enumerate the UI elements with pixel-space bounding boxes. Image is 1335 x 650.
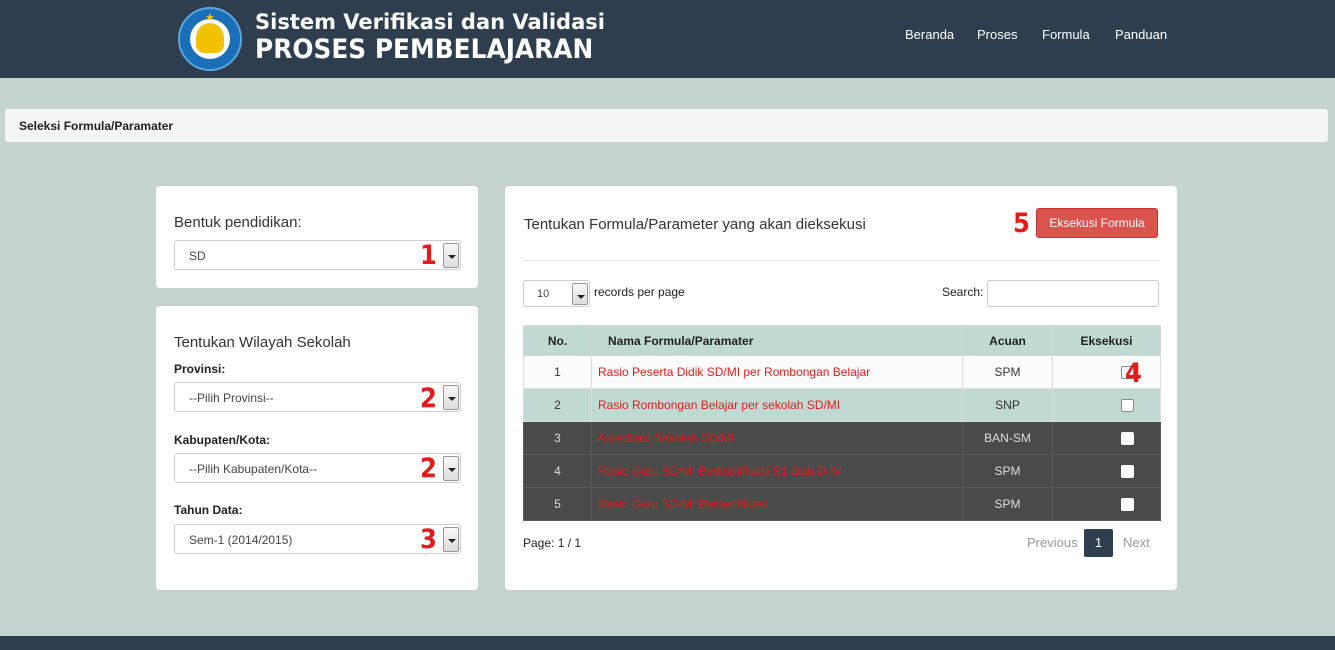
row-no: 1 — [523, 355, 592, 389]
wilayah-title: Tentukan Wilayah Sekolah — [174, 334, 351, 351]
row-eksekusi-cell — [1052, 388, 1161, 422]
eksekusi-checkbox[interactable] — [1121, 498, 1134, 512]
row-name: Rasio Peserta Didik SD/MI per Rombongan … — [591, 355, 963, 389]
row-eksekusi-cell — [1052, 454, 1161, 488]
records-value: 10 — [537, 288, 550, 300]
bentuk-label: Bentuk pendidikan: — [174, 214, 302, 231]
pagination-next[interactable]: Next — [1123, 535, 1150, 550]
chevron-down-icon — [443, 243, 459, 268]
row-acuan: SPM — [962, 355, 1053, 389]
row-name: Rasio Rombongan Belajar per sekolah SD/M… — [591, 388, 963, 422]
annotation-3: 3 — [420, 524, 437, 555]
row-name: Rasio Guru SD/MI Berkualifikasi S1 atau … — [591, 454, 963, 488]
chevron-down-icon — [443, 456, 459, 481]
row-no: 5 — [523, 487, 592, 521]
nav-proses[interactable]: Proses — [977, 27, 1017, 42]
row-no: 2 — [523, 388, 592, 422]
table-row: 2 Rasio Rombongan Belajar per sekolah SD… — [523, 388, 1161, 422]
row-no: 4 — [523, 454, 592, 488]
tahun-label: Tahun Data: — [174, 503, 243, 517]
provinsi-label: Provinsi: — [174, 362, 226, 376]
breadcrumb-label: Seleksi Formula/Paramater — [19, 119, 174, 133]
search-input[interactable] — [987, 280, 1159, 307]
tahun-value: Sem-1 (2014/2015) — [189, 533, 293, 547]
page-info: Page: 1 / 1 — [523, 536, 582, 550]
provinsi-select[interactable]: --Pilih Provinsi-- — [174, 382, 461, 412]
kabupaten-value: --Pilih Kabupaten/Kota-- — [189, 462, 318, 476]
bentuk-value: SD — [189, 249, 206, 263]
chevron-down-icon — [572, 283, 588, 305]
breadcrumb: Seleksi Formula/Paramater — [5, 109, 1328, 142]
row-eksekusi-cell — [1052, 487, 1161, 521]
provinsi-value: --Pilih Provinsi-- — [189, 391, 274, 405]
table-row: 1 Rasio Peserta Didik SD/MI per Rombonga… — [523, 355, 1161, 389]
col-nama[interactable]: Nama Formula/Paramater — [591, 325, 963, 356]
col-eksekusi[interactable]: Eksekusi — [1052, 325, 1161, 356]
nav-panduan[interactable]: Panduan — [1115, 27, 1167, 42]
footer-bar — [0, 636, 1335, 650]
row-acuan: SNP — [962, 388, 1053, 422]
chevron-down-icon — [443, 527, 459, 552]
eksekusi-checkbox[interactable] — [1121, 399, 1134, 413]
table-row: 3 Akreditasi Sekolah SD/MI BAN-SM — [523, 421, 1161, 455]
tahun-select[interactable]: Sem-1 (2014/2015) — [174, 524, 461, 554]
row-acuan: SPM — [962, 454, 1053, 488]
formula-panel-title: Tentukan Formula/Parameter yang akan die… — [524, 216, 866, 233]
row-name: Akreditasi Sekolah SD/MI — [591, 421, 963, 455]
pagination-page-1[interactable]: 1 — [1084, 529, 1113, 557]
col-acuan[interactable]: Acuan — [962, 325, 1053, 356]
pagination-previous[interactable]: Previous — [1027, 535, 1078, 550]
chevron-down-icon — [443, 385, 459, 410]
divider — [523, 260, 1159, 261]
bentuk-panel — [156, 186, 478, 288]
kabupaten-select[interactable]: --Pilih Kabupaten/Kota-- — [174, 453, 461, 483]
col-no[interactable]: No. — [523, 325, 592, 356]
kabupaten-label: Kabupaten/Kota: — [174, 433, 270, 447]
eksekusi-formula-button[interactable]: Eksekusi Formula — [1036, 208, 1158, 238]
table-row: 4 Rasio Guru SD/MI Berkualifikasi S1 ata… — [523, 454, 1161, 488]
nav-formula[interactable]: Formula — [1042, 27, 1090, 42]
formula-table: No. Nama Formula/Paramater Acuan Eksekus… — [523, 325, 1161, 521]
row-eksekusi-cell — [1052, 421, 1161, 455]
annotation-2b: 2 — [420, 453, 437, 484]
eksekusi-checkbox[interactable] — [1121, 465, 1134, 479]
annotation-1: 1 — [420, 240, 437, 271]
annotation-2a: 2 — [420, 383, 437, 414]
app-subtitle: Sistem Verifikasi dan Validasi — [255, 10, 605, 34]
row-acuan: SPM — [962, 487, 1053, 521]
row-acuan: BAN-SM — [962, 421, 1053, 455]
nav-beranda[interactable]: Beranda — [905, 27, 954, 42]
row-no: 3 — [523, 421, 592, 455]
table-header-row: No. Nama Formula/Paramater Acuan Eksekus… — [523, 325, 1161, 356]
bentuk-select[interactable]: SD — [174, 240, 461, 270]
row-eksekusi-cell — [1052, 355, 1161, 389]
table-row: 5 Rasio Guru SD/MI Bersertifikasi SPM — [523, 487, 1161, 521]
row-name: Rasio Guru SD/MI Bersertifikasi — [591, 487, 963, 521]
tut-wuri-handayani-logo: ★ — [178, 7, 242, 71]
search-label: Search: — [942, 285, 984, 299]
annotation-4: 4 — [1125, 358, 1142, 389]
records-per-page-select[interactable]: 10 — [523, 280, 590, 307]
records-label: records per page — [594, 285, 685, 299]
eksekusi-checkbox[interactable] — [1121, 432, 1134, 446]
annotation-5: 5 — [1013, 208, 1030, 239]
app-title: PROSES PEMBELAJARAN — [255, 34, 594, 65]
top-header: ★ Sistem Verifikasi dan Validasi PROSES … — [0, 0, 1335, 78]
